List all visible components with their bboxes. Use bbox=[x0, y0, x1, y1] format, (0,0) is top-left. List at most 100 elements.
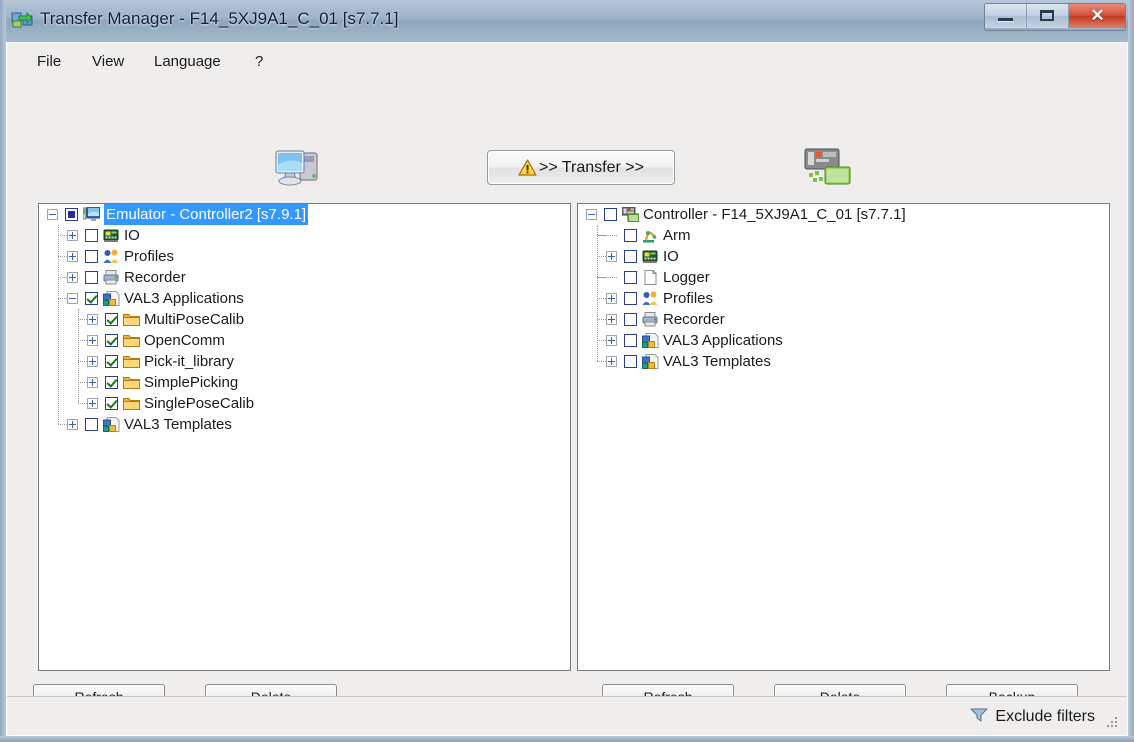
expand-icon[interactable] bbox=[606, 356, 617, 367]
collapse-icon[interactable] bbox=[67, 293, 78, 304]
expand-icon[interactable] bbox=[606, 314, 617, 325]
menu-item-[interactable]: ? bbox=[249, 51, 269, 72]
node-checkbox[interactable] bbox=[624, 229, 637, 242]
tree-node-label: VAL3 Templates bbox=[124, 416, 232, 433]
tree-node-label: OpenComm bbox=[144, 332, 225, 349]
folder-icon bbox=[123, 354, 140, 369]
computer-icon bbox=[272, 145, 326, 189]
node-checkbox[interactable] bbox=[85, 418, 98, 431]
profiles-icon bbox=[642, 291, 659, 306]
node-checkbox[interactable] bbox=[65, 208, 78, 221]
node-checkbox[interactable] bbox=[85, 229, 98, 242]
funnel-icon bbox=[969, 706, 989, 727]
title-bar: Transfer Manager - F14_5XJ9A1_C_01 [s7.7… bbox=[0, 0, 1134, 43]
tree-node[interactable]: Recorder bbox=[578, 309, 1109, 330]
node-checkbox[interactable] bbox=[85, 250, 98, 263]
node-checkbox[interactable] bbox=[624, 250, 637, 263]
node-checkbox[interactable] bbox=[105, 355, 118, 368]
maximize-icon bbox=[1040, 10, 1054, 21]
node-checkbox[interactable] bbox=[624, 271, 637, 284]
collapse-icon[interactable] bbox=[47, 209, 58, 220]
tree-node[interactable]: MultiPoseCalib bbox=[39, 309, 570, 330]
maximize-button[interactable] bbox=[1027, 4, 1069, 28]
tree-connector bbox=[597, 235, 617, 237]
io-icon bbox=[103, 228, 120, 243]
node-checkbox[interactable] bbox=[624, 355, 637, 368]
tree-node[interactable]: Arm bbox=[578, 225, 1109, 246]
tree-node[interactable]: VAL3 Applications bbox=[578, 330, 1109, 351]
tree-node[interactable]: SimplePicking bbox=[39, 372, 570, 393]
expand-icon[interactable] bbox=[67, 272, 78, 283]
minimize-button[interactable] bbox=[985, 4, 1027, 28]
tree-node[interactable]: Profiles bbox=[39, 246, 570, 267]
tree-node[interactable]: VAL3 Templates bbox=[578, 351, 1109, 372]
node-checkbox[interactable] bbox=[85, 292, 98, 305]
expand-icon[interactable] bbox=[87, 377, 98, 388]
tree-node[interactable]: Logger bbox=[578, 267, 1109, 288]
window-controls: ✕ bbox=[984, 3, 1126, 31]
val3-icon bbox=[642, 354, 659, 369]
tree-node[interactable]: Pick-it_library bbox=[39, 351, 570, 372]
tree-node-label: Recorder bbox=[124, 269, 186, 286]
computer-node-icon bbox=[82, 206, 101, 222]
tree-node-label: Recorder bbox=[663, 311, 725, 328]
menu-item-view[interactable]: View bbox=[86, 51, 130, 72]
close-button[interactable]: ✕ bbox=[1069, 4, 1125, 28]
resize-grip[interactable] bbox=[1107, 717, 1119, 729]
tree-node-label: IO bbox=[124, 227, 140, 244]
source-tree-panel[interactable]: Emulator - Controller2 [s7.9.1] IO Profile… bbox=[38, 203, 571, 671]
menu-item-language[interactable]: Language bbox=[148, 51, 227, 72]
client-area: File View Language? >> Transfer >> Emula… bbox=[6, 42, 1128, 736]
node-checkbox[interactable] bbox=[624, 334, 637, 347]
expand-icon[interactable] bbox=[87, 356, 98, 367]
tree-connector bbox=[597, 277, 617, 279]
tree-node[interactable]: VAL3 Applications bbox=[39, 288, 570, 309]
expand-icon[interactable] bbox=[67, 230, 78, 241]
io-icon bbox=[642, 249, 659, 264]
tree-node[interactable]: Emulator - Controller2 [s7.9.1] bbox=[39, 204, 570, 225]
folder-icon bbox=[123, 396, 140, 411]
tree-node-label: Arm bbox=[663, 227, 691, 244]
collapse-icon[interactable] bbox=[586, 209, 597, 220]
tree-node[interactable]: IO bbox=[39, 225, 570, 246]
tree-node[interactable]: OpenComm bbox=[39, 330, 570, 351]
node-checkbox[interactable] bbox=[624, 292, 637, 305]
node-checkbox[interactable] bbox=[604, 208, 617, 221]
folder-icon bbox=[123, 333, 140, 348]
menu-item-file[interactable]: File bbox=[31, 51, 67, 72]
expand-icon[interactable] bbox=[67, 419, 78, 430]
tree-node[interactable]: VAL3 Templates bbox=[39, 414, 570, 435]
tree-node-label: Profiles bbox=[124, 248, 175, 265]
expand-icon[interactable] bbox=[67, 251, 78, 262]
tree-node-label: MultiPoseCalib bbox=[144, 311, 245, 328]
exclude-filters-label: Exclude filters bbox=[995, 707, 1095, 725]
tree-connector bbox=[597, 225, 599, 361]
expand-icon[interactable] bbox=[87, 314, 98, 325]
expand-icon[interactable] bbox=[606, 251, 617, 262]
node-checkbox[interactable] bbox=[105, 397, 118, 410]
logger-icon bbox=[642, 269, 659, 285]
expand-icon[interactable] bbox=[87, 398, 98, 409]
tree-connector bbox=[78, 309, 80, 403]
destination-tree-panel[interactable]: Controller - F14_5XJ9A1_C_01 [s7.7.1] Arm… bbox=[577, 203, 1110, 671]
profiles-icon bbox=[103, 249, 120, 264]
expand-icon[interactable] bbox=[87, 335, 98, 346]
node-checkbox[interactable] bbox=[85, 271, 98, 284]
tree-node[interactable]: SinglePoseCalib bbox=[39, 393, 570, 414]
tree-node[interactable]: Profiles bbox=[578, 288, 1109, 309]
expand-icon[interactable] bbox=[606, 335, 617, 346]
transfer-button[interactable]: >> Transfer >> bbox=[487, 150, 675, 185]
tree-node[interactable]: Controller - F14_5XJ9A1_C_01 [s7.7.1] bbox=[578, 204, 1109, 225]
tree-node[interactable]: Recorder bbox=[39, 267, 570, 288]
node-checkbox[interactable] bbox=[105, 313, 118, 326]
expand-icon[interactable] bbox=[606, 293, 617, 304]
tree-node-label: Logger bbox=[663, 269, 710, 286]
exclude-filters-button[interactable]: Exclude filters bbox=[969, 706, 1095, 727]
transfer-icon bbox=[11, 10, 33, 30]
tree-node[interactable]: IO bbox=[578, 246, 1109, 267]
node-checkbox[interactable] bbox=[624, 313, 637, 326]
tree-connector bbox=[58, 225, 60, 424]
tree-connector bbox=[58, 424, 67, 426]
node-checkbox[interactable] bbox=[105, 334, 118, 347]
node-checkbox[interactable] bbox=[105, 376, 118, 389]
